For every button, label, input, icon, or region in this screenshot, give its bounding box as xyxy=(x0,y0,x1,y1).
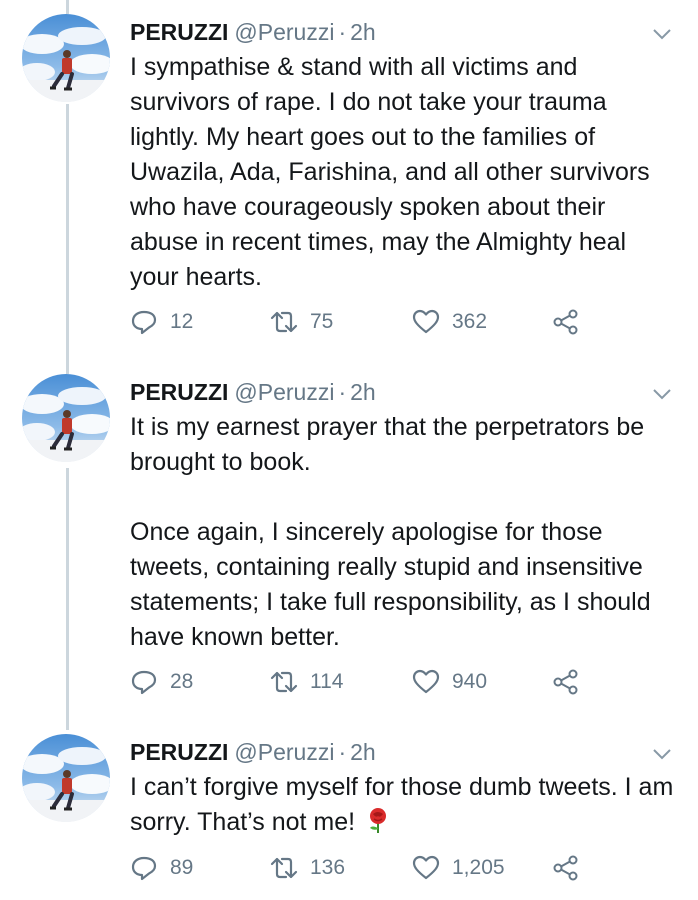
display-name[interactable]: PERUZZI xyxy=(130,734,228,770)
share-icon xyxy=(553,309,578,335)
tweet-text: I can’t forgive myself for those dumb tw… xyxy=(130,770,680,840)
retweet-count: 136 xyxy=(310,856,346,879)
reply-icon xyxy=(131,856,157,881)
tweet[interactable]: PERUZZI @Peruzzi · 2h I can’t forgive my… xyxy=(0,734,698,900)
heart-icon xyxy=(412,669,440,694)
tweet-text: I sympathise & stand with all victims an… xyxy=(130,50,680,295)
reply-icon xyxy=(131,670,157,695)
like-button[interactable]: 940 xyxy=(412,664,487,700)
retweet-button[interactable]: 114 xyxy=(270,664,343,700)
reply-button[interactable]: 89 xyxy=(130,850,193,886)
tweet-text: It is my earnest prayer that the perpetr… xyxy=(130,410,680,655)
share-button[interactable] xyxy=(552,664,592,700)
retweet-button[interactable]: 75 xyxy=(270,304,333,340)
tweet[interactable]: PERUZZI @Peruzzi · 2h It is my earnest p… xyxy=(0,374,698,714)
tweet-paragraph: I can’t forgive myself for those dumb tw… xyxy=(130,770,680,840)
reply-icon xyxy=(131,310,157,335)
separator-dot: · xyxy=(338,739,347,765)
like-count: 362 xyxy=(452,310,488,333)
retweet-count: 114 xyxy=(310,670,344,693)
tweet-paragraph: I sympathise & stand with all victims an… xyxy=(130,53,650,291)
avatar[interactable] xyxy=(22,734,110,822)
share-icon xyxy=(553,855,578,881)
avatar[interactable] xyxy=(22,14,110,102)
tweet-paragraph-text: I can’t forgive myself for those dumb tw… xyxy=(130,773,674,836)
reply-button[interactable]: 12 xyxy=(130,304,193,340)
chevron-down-icon[interactable] xyxy=(650,22,674,46)
retweet-icon xyxy=(270,671,298,693)
retweet-icon xyxy=(270,311,298,333)
action-bar: 12 75 362 xyxy=(130,304,670,340)
timestamp[interactable]: 2h xyxy=(350,734,376,770)
timestamp[interactable]: 2h xyxy=(350,374,376,410)
like-button[interactable]: 1,205 xyxy=(412,850,505,886)
tweet-header: PERUZZI @Peruzzi · 2h xyxy=(130,14,376,50)
tweet-paragraph: Once again, I sincerely apologise for th… xyxy=(130,518,651,651)
share-button[interactable] xyxy=(552,850,592,886)
like-count: 940 xyxy=(452,670,488,693)
tweet-header: PERUZZI @Peruzzi · 2h xyxy=(130,734,376,770)
tweet-paragraph: It is my earnest prayer that the perpetr… xyxy=(130,413,645,476)
chevron-down-icon[interactable] xyxy=(650,742,674,766)
chevron-down-icon[interactable] xyxy=(650,382,674,406)
action-bar: 89 136 1,205 xyxy=(130,850,670,886)
thread-line xyxy=(66,0,69,14)
display-name[interactable]: PERUZZI xyxy=(130,374,228,410)
share-icon xyxy=(553,669,578,695)
tweet[interactable]: PERUZZI @Peruzzi · 2h I sympathise & sta… xyxy=(0,14,698,354)
like-count: 1,205 xyxy=(452,856,505,879)
reply-button[interactable]: 28 xyxy=(130,664,193,700)
rose-emoji xyxy=(370,808,387,833)
timestamp[interactable]: 2h xyxy=(350,14,376,50)
reply-count: 28 xyxy=(170,670,194,693)
heart-icon xyxy=(412,309,440,334)
separator-dot: · xyxy=(338,379,347,405)
heart-icon xyxy=(412,855,440,880)
share-button[interactable] xyxy=(552,304,592,340)
user-handle[interactable]: @Peruzzi xyxy=(234,14,334,50)
like-button[interactable]: 362 xyxy=(412,304,487,340)
reply-count: 12 xyxy=(170,310,194,333)
user-handle[interactable]: @Peruzzi xyxy=(234,374,334,410)
retweet-button[interactable]: 136 xyxy=(270,850,345,886)
display-name[interactable]: PERUZZI xyxy=(130,14,228,50)
user-handle[interactable]: @Peruzzi xyxy=(234,734,334,770)
action-bar: 28 114 940 xyxy=(130,664,670,700)
retweet-icon xyxy=(270,857,298,879)
separator-dot: · xyxy=(338,19,347,45)
tweet-header: PERUZZI @Peruzzi · 2h xyxy=(130,374,376,410)
reply-count: 89 xyxy=(170,856,194,879)
retweet-count: 75 xyxy=(310,310,334,333)
avatar[interactable] xyxy=(22,374,110,462)
